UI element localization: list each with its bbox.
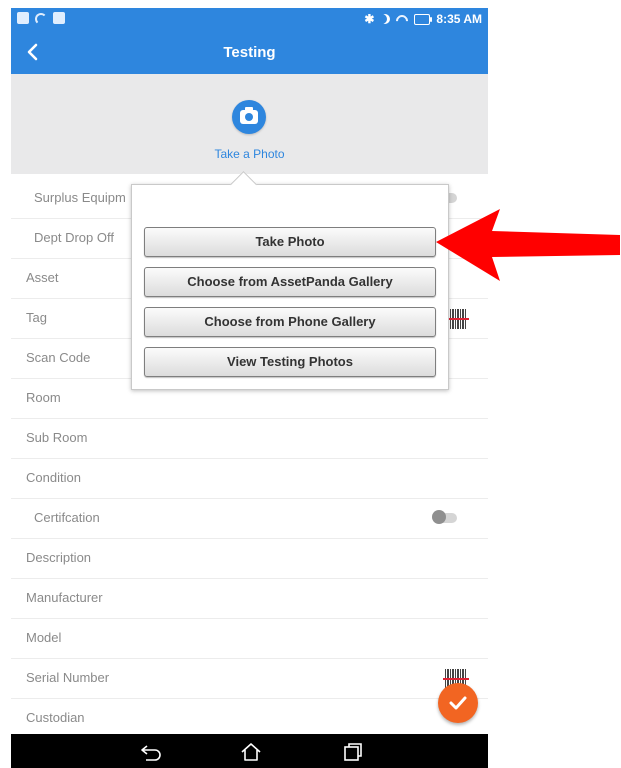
camera-button[interactable] xyxy=(232,100,266,134)
camera-icon xyxy=(240,107,258,124)
bluetooth-icon: ✱ xyxy=(364,12,375,26)
photo-area: Take a Photo xyxy=(11,74,488,174)
take-photo-button[interactable]: Take Photo xyxy=(144,227,436,257)
status-right-icons: ✱ 8:35 AM xyxy=(364,12,482,26)
back-icon xyxy=(141,745,161,761)
checkmark-icon xyxy=(449,696,467,710)
choose-from-phone-gallery-button[interactable]: Choose from Phone Gallery xyxy=(144,307,436,337)
notification-icon xyxy=(17,12,29,24)
field-label: Tag xyxy=(26,310,47,325)
field-label: Condition xyxy=(26,470,81,485)
status-left-icons xyxy=(17,12,65,25)
field-label: Dept Drop Off xyxy=(34,230,114,245)
field-row-serial-number[interactable]: Serial Number xyxy=(11,659,488,699)
page-title: Testing xyxy=(223,44,276,61)
phone-icon xyxy=(35,13,47,25)
status-time: 8:35 AM xyxy=(436,12,482,26)
nav-recent-button[interactable] xyxy=(341,742,365,762)
field-row-description[interactable]: Description xyxy=(11,539,488,579)
field-label: Model xyxy=(26,630,62,645)
field-row-sub-room[interactable]: Sub Room xyxy=(11,419,488,459)
field-label: Surplus Equipm xyxy=(34,190,126,205)
choose-from-assetpanda-gallery-button[interactable]: Choose from AssetPanda Gallery xyxy=(144,267,436,297)
field-label: Asset xyxy=(26,270,59,285)
battery-icon xyxy=(414,13,433,25)
field-row-model[interactable]: Model xyxy=(11,619,488,659)
annotation-arrow-icon xyxy=(436,209,620,281)
nav-back-button[interactable] xyxy=(139,742,163,762)
save-fab-button[interactable] xyxy=(438,683,478,723)
field-label: Scan Code xyxy=(26,350,91,365)
toggle-knob xyxy=(432,510,446,524)
app-bar: Testing xyxy=(11,32,488,74)
wifi-icon xyxy=(396,13,408,25)
field-row-condition[interactable]: Condition xyxy=(11,459,488,499)
field-label: Certifcation xyxy=(34,510,100,525)
certification-toggle[interactable] xyxy=(432,510,457,524)
field-row-certification[interactable]: Certifcation xyxy=(11,499,488,539)
photo-options-popup: Take Photo Choose from AssetPanda Galler… xyxy=(131,171,449,390)
field-row-custodian[interactable]: Custodian xyxy=(11,699,488,739)
field-label: Serial Number xyxy=(26,670,110,685)
field-label: Room xyxy=(26,390,61,405)
field-label: Custodian xyxy=(26,710,85,725)
field-label: Description xyxy=(26,550,92,565)
field-row-manufacturer[interactable]: Manufacturer xyxy=(11,579,488,619)
status-bar: ✱ 8:35 AM xyxy=(11,8,488,32)
nav-home-button[interactable] xyxy=(239,742,263,762)
take-photo-label[interactable]: Take a Photo xyxy=(11,147,488,161)
mail-icon xyxy=(53,12,65,24)
system-nav-bar xyxy=(11,734,488,768)
recent-apps-icon xyxy=(344,743,362,761)
do-not-disturb-icon xyxy=(380,14,390,24)
field-label: Manufacturer xyxy=(26,590,103,605)
view-testing-photos-button[interactable]: View Testing Photos xyxy=(144,347,436,377)
home-icon xyxy=(241,743,261,761)
field-label: Sub Room xyxy=(26,430,88,445)
